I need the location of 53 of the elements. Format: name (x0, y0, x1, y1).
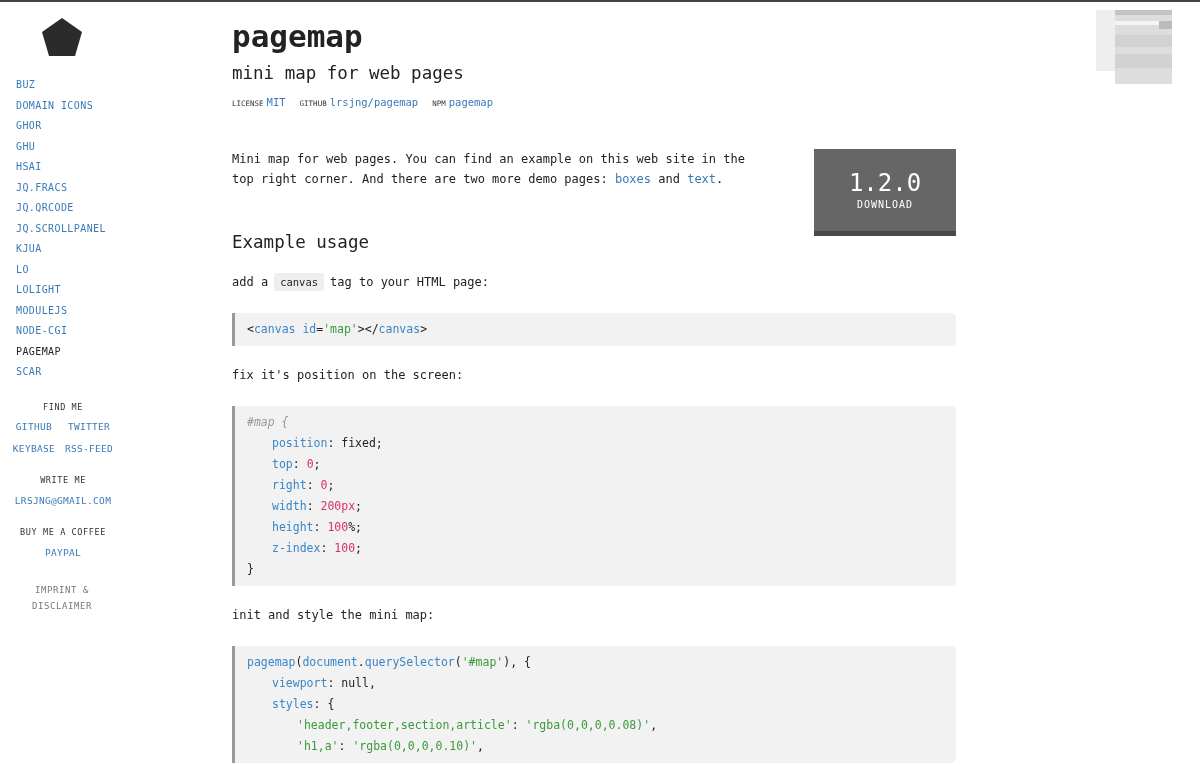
demo-link[interactable]: boxes (614, 172, 652, 186)
project-link[interactable]: GHOR (0, 116, 232, 137)
code-line: height: 100%; (272, 519, 364, 536)
project-link[interactable]: JQ.SCROLLPANEL (0, 218, 232, 239)
sidebar-link[interactable]: PAYPAL (44, 545, 82, 560)
code-line: #map { (247, 414, 290, 431)
section-heading: FIND ME (42, 400, 84, 414)
sidebar-link[interactable]: RSS-FEED (65, 441, 114, 456)
pentagon-logo-icon[interactable] (42, 18, 82, 56)
badge-link[interactable]: lrsjng/pagemap (329, 95, 419, 111)
sidebar-link[interactable]: TWITTER (65, 420, 114, 435)
project-link[interactable]: BUZ (0, 75, 232, 96)
sidebar-link[interactable]: GITHUB (12, 420, 55, 435)
demo-link[interactable]: text (687, 172, 717, 186)
code-line: viewport: null, (272, 675, 377, 692)
code-line: pagemap(document.querySelector('#map'), { (247, 654, 532, 671)
imprint-link[interactable]: IMPRINT & DISCLAIMER (0, 581, 124, 614)
project-link[interactable]: NODE-CGI (0, 321, 232, 342)
section-heading: WRITE ME (39, 473, 87, 487)
project-link[interactable]: JQ.FRACS (0, 177, 232, 198)
section-heading: Example usage (232, 232, 370, 253)
page-subtitle: mini map for web pages (232, 62, 465, 85)
project-link[interactable]: LO (0, 259, 232, 280)
project-link[interactable]: HSAI (0, 157, 232, 178)
project-link[interactable]: JQ.QRCODE (0, 198, 232, 219)
badge-link[interactable]: MIT (266, 95, 286, 111)
code-line: 'header,footer,section,article': 'rgba(0,0,0,0.08)', (297, 717, 659, 734)
code-line: width: 200px; (272, 498, 364, 515)
code-line: styles: { (272, 696, 336, 713)
instruction-text: add a canvas tag to your HTML page: (232, 273, 490, 291)
code-line: } (247, 561, 255, 578)
project-link[interactable]: DOMAIN ICONS (0, 95, 232, 116)
instruction-text: fix it's position on the screen: (232, 367, 465, 384)
project-link[interactable]: GHU (0, 136, 232, 157)
section-heading: BUY ME A COFFEE (19, 525, 107, 539)
sidebar-link[interactable]: LRSJNG@GMAIL.COM (14, 493, 112, 508)
download-button[interactable]: 1.2.0 DOWNLOAD (814, 149, 956, 236)
sidebar-link[interactable]: KEYBASE (12, 441, 55, 456)
code-line: right: 0; (272, 477, 336, 494)
code-line: 'h1,a': 'rgba(0,0,0,0.10)', (297, 738, 485, 755)
code-line: z-index: 100; (272, 540, 364, 557)
code-line: position: fixed; (272, 435, 384, 452)
code-line: <canvas id='map'></canvas> (247, 321, 429, 338)
project-link[interactable]: LOLIGHT (0, 280, 232, 301)
project-link[interactable]: SCAR (0, 362, 232, 383)
intro-paragraph: Mini map for web pages. You can find an example on this web site in the top right corner. And there are two more demo pages: boxes and text. (232, 151, 746, 188)
badge-link[interactable]: pagemap (448, 95, 493, 111)
page-title: pagemap (232, 17, 364, 56)
project-link[interactable]: PAGEMAP (0, 341, 232, 362)
project-link[interactable]: KJUA (0, 239, 232, 260)
instruction-text: init and style the mini map: (232, 607, 436, 624)
code-line: top: 0; (272, 456, 322, 473)
project-link[interactable]: MODULEJS (0, 300, 232, 321)
